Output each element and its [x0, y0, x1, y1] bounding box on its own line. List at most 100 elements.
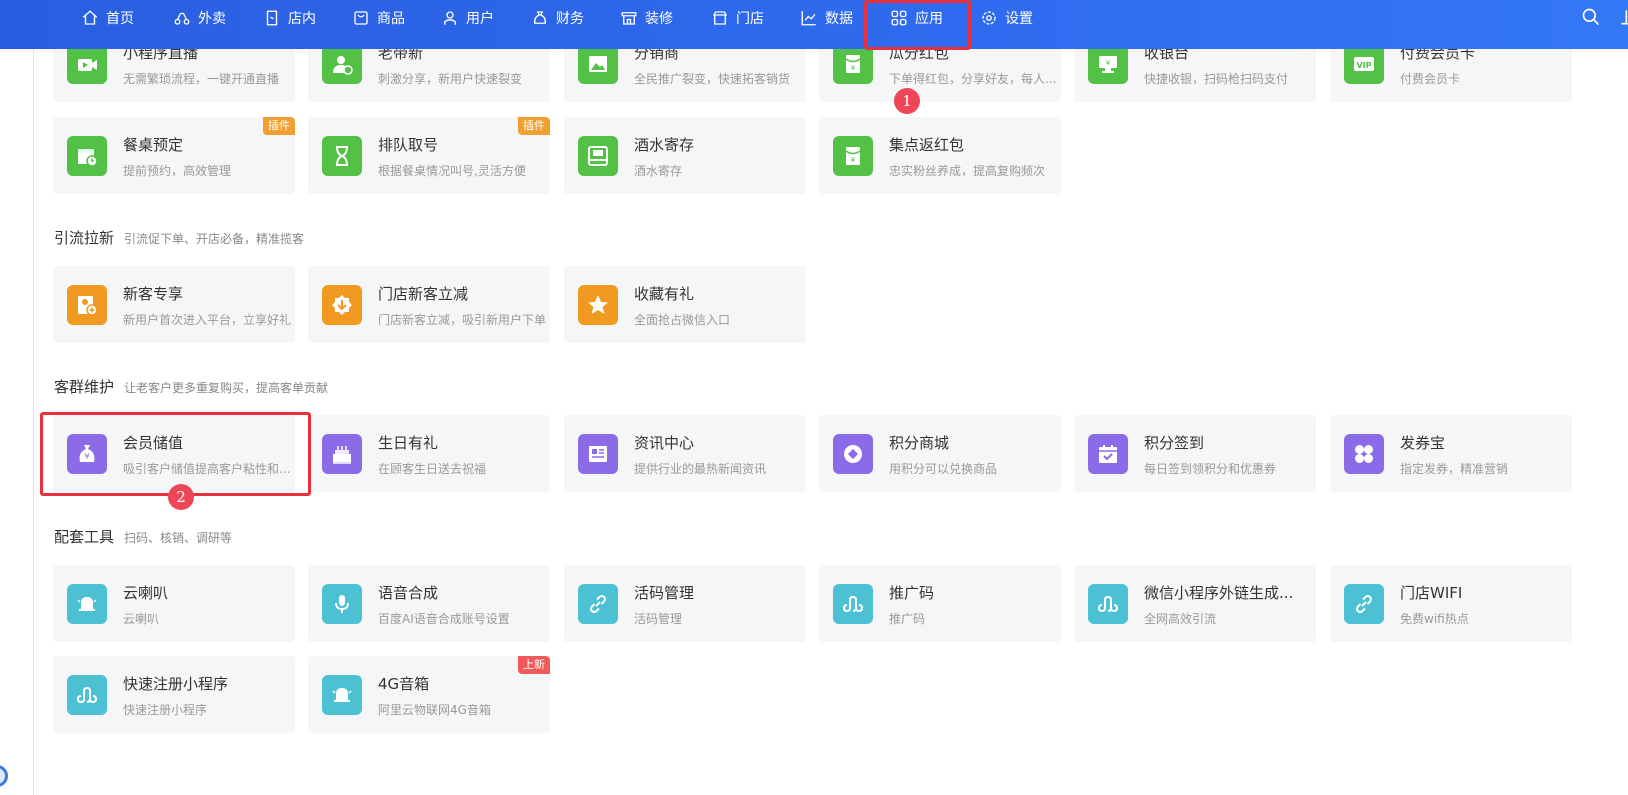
search-button[interactable]	[1581, 7, 1603, 29]
app-card-birthday-gift[interactable]: 生日有礼 在顾客生日送去祝福	[308, 415, 550, 492]
app-card-referral[interactable]: 老带新 刺激分享，新用户快速裂变	[308, 49, 550, 102]
card-desc: 新用户首次进入平台，立享好礼	[123, 313, 291, 327]
svg-text:¥: ¥	[1106, 59, 1111, 67]
section-title-text: 客群维护	[54, 378, 115, 396]
nav-item-data[interactable]: 数据	[800, 0, 853, 36]
app-card-live-code[interactable]: 活码管理 活码管理	[564, 565, 806, 642]
store-door-icon	[266, 10, 278, 26]
card-desc: 下单得红包，分享好友，每人...	[889, 72, 1057, 86]
app-card-paid-member-card[interactable]: VIP 付费会员卡 付费会员卡	[1330, 49, 1572, 102]
card-desc: 全民推广裂变，快速拓客销货	[634, 72, 791, 86]
user-add-icon	[322, 49, 362, 84]
card-desc: 快速注册小程序	[123, 703, 208, 717]
nav-item-label: 装修	[645, 11, 673, 27]
hourglass-icon	[322, 136, 362, 176]
miniprogram-icon	[67, 675, 107, 715]
link-icon	[578, 584, 618, 624]
nav-item-instore[interactable]: 店内	[263, 0, 316, 36]
new-badge: 上新	[518, 656, 550, 674]
nav-item-home[interactable]: 首页	[81, 0, 134, 36]
nav-item-settings[interactable]: 设置	[980, 0, 1033, 36]
app-card-live[interactable]: 小程序直播 无需繁琐流程，一键开通直播	[53, 49, 295, 102]
card-name: 生日有礼	[378, 434, 439, 452]
app-card-miniprogram-link[interactable]: 微信小程序外链生成... 全网高效引流	[1074, 565, 1316, 642]
app-card-favorite-gift[interactable]: 收藏有礼 全面抢占微信入口	[564, 266, 806, 343]
card-name: 门店新客立减	[378, 285, 469, 303]
app-card-promo-code[interactable]: 推广码 推广码	[819, 565, 1061, 642]
card-desc: 吸引客户储值提高客户粘性和...	[123, 462, 291, 476]
nav-item-users[interactable]: 用户	[441, 0, 494, 36]
card-desc: 提前预约，高效管理	[123, 164, 232, 178]
card-name: 发券宝	[1400, 434, 1446, 452]
card-desc: 在顾客生日送去祝福	[378, 462, 487, 476]
nav-item-goods[interactable]: 商品	[352, 0, 405, 36]
app-card-split-red-packet[interactable]: ¥ 瓜分红包 下单得红包，分享好友，每人...	[819, 49, 1061, 102]
app-card-store-wifi[interactable]: 门店WIFI 免费wifi热点	[1330, 565, 1572, 642]
cashier-icon: ¥	[1088, 49, 1128, 84]
app-card-voice-synthesis[interactable]: 语音合成 百度AI语音合成账号设置	[308, 565, 550, 642]
money-bag-icon: ¥	[67, 434, 107, 474]
card-desc: 活码管理	[634, 612, 683, 626]
app-card-drink-storage[interactable]: 酒水寄存 酒水寄存	[564, 117, 806, 194]
card-name: 收藏有礼	[634, 285, 695, 303]
finance-icon	[533, 11, 547, 24]
app-card-queue-number[interactable]: 排队取号 根据餐桌情况叫号,灵活方便 插件	[308, 117, 550, 194]
app-card-table-booking[interactable]: 餐桌预定 提前预约，高效管理 插件	[53, 117, 295, 194]
app-card-cashier[interactable]: ¥ 收银台 快捷收银，扫码枪扫码支付	[1074, 49, 1316, 102]
card-desc: 指定发券，精准营销	[1400, 462, 1509, 476]
app-card-distributor[interactable]: 分销商 全民推广裂变，快速拓客销货	[564, 49, 806, 102]
card-name: 付费会员卡	[1400, 49, 1476, 62]
app-card-points-mall[interactable]: 积分商城 用积分可以兑换商品	[819, 415, 1061, 492]
card-name: 会员储值	[123, 434, 184, 452]
link-icon	[1344, 584, 1384, 624]
app-card-store-new-discount[interactable]: 门店新客立减 门店新客立减，吸引新用户下单	[308, 266, 550, 343]
section-desc: 引流促下单、开店必备，精准揽客	[124, 232, 305, 246]
app-card-new-customer[interactable]: 新客专享 新用户首次进入平台，立享好礼	[53, 266, 295, 343]
microphone-icon	[322, 584, 362, 624]
nav-item-shop[interactable]: 门店	[711, 0, 764, 36]
nav-item-label: 门店	[736, 11, 764, 27]
step-marker-1: 1	[894, 88, 920, 114]
app-card-4g-speaker[interactable]: 4G音箱 阿里云物联网4G音箱 上新	[308, 656, 550, 733]
left-sidebar-strip	[0, 49, 34, 795]
app-card-points-checkin[interactable]: 积分签到 每日签到领积分和优惠券	[1074, 415, 1316, 492]
nav-item-label: 数据	[825, 11, 853, 27]
card-name: 微信小程序外链生成...	[1144, 584, 1294, 602]
section-title-tools: 配套工具 扫码、核销、调研等	[54, 526, 232, 547]
nav-item-decorate[interactable]: 装修	[620, 0, 673, 36]
card-name: 小程序直播	[123, 49, 199, 62]
app-card-cloud-speaker[interactable]: 云喇叭 云喇叭	[53, 565, 295, 642]
card-name: 老带新	[378, 49, 424, 62]
nav-item-label: 首页	[106, 11, 134, 27]
home-icon	[82, 10, 98, 25]
shop-icon	[712, 11, 728, 25]
card-name: 分销商	[634, 49, 680, 62]
nav-item-delivery[interactable]: 外卖	[173, 0, 226, 36]
app-card-member-stored-value[interactable]: ¥ 会员储值 吸引客户储值提高客户粘性和...	[53, 415, 295, 492]
nav-item-finance[interactable]: 财务	[531, 0, 584, 36]
nav-item-apps[interactable]: 应用	[890, 0, 943, 36]
nav-item-label: 外卖	[198, 11, 226, 27]
app-card-news-center[interactable]: 资讯中心 提供行业的最热新闻资讯	[564, 415, 806, 492]
apps-icon	[891, 10, 907, 26]
section-desc: 扫码、核销、调研等	[124, 531, 233, 545]
card-name: 收银台	[1144, 49, 1190, 62]
user-icon	[444, 11, 456, 25]
card-desc: 酒水寄存	[634, 164, 683, 178]
nav-item-label: 设置	[1005, 11, 1033, 27]
video-icon	[67, 49, 107, 84]
red-packet-icon: ¥	[833, 49, 873, 84]
search-icon	[1582, 8, 1600, 26]
svg-text:VIP: VIP	[1356, 61, 1371, 70]
nav-item-label: 店内	[288, 11, 316, 27]
plugin-badge: 插件	[518, 117, 550, 135]
storage-icon	[578, 136, 618, 176]
app-card-coupon-sender[interactable]: 发券宝 指定发券，精准营销	[1330, 415, 1572, 492]
account-button[interactable]	[1618, 7, 1628, 29]
app-card-points-red-packet[interactable]: ¥ 集点返红包 忠实粉丝养成，提高复购频次	[819, 117, 1061, 194]
bell-icon	[67, 584, 107, 624]
plugin-badge: 插件	[263, 117, 295, 135]
card-desc: 全网高效引流	[1144, 612, 1217, 626]
app-card-quick-register[interactable]: 快速注册小程序 快速注册小程序	[53, 656, 295, 733]
delivery-icon	[174, 12, 190, 25]
